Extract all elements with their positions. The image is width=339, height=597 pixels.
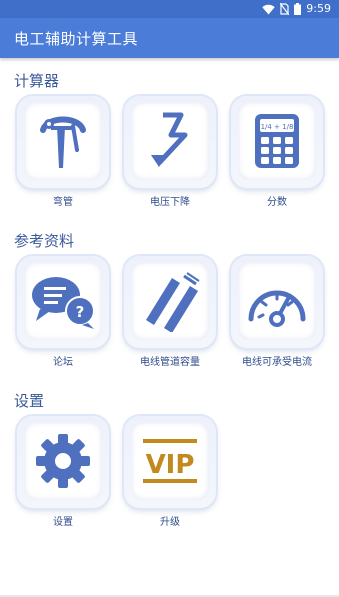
no-sim-icon [280,3,290,15]
tile-label-forum: 论坛 [53,357,73,368]
tile-label-voltage-drop: 电压下降 [150,197,190,208]
chat-bubbles-icon: ? [32,277,95,329]
tile-settings[interactable] [17,416,109,508]
tile-inner [24,422,102,500]
vip-icon: VIP [143,439,197,483]
tile-conduit-capacity[interactable] [124,256,216,348]
tile-inner [24,102,102,180]
section-title-settings: 设置 [14,392,45,410]
gauge-icon [248,290,306,327]
tile-pipe-bending[interactable] [17,96,109,188]
status-bar: 9:59 [0,0,339,18]
tile-label-wire-ampacity: 电线可承受电流 [242,357,312,368]
tile-label-conduit-capacity: 电线管道容量 [140,357,200,368]
tile-upgrade[interactable]: VIP [124,416,216,508]
tile-label-upgrade: 升级 [160,517,180,528]
tile-label-pipe-bending: 弯管 [53,197,73,208]
tile-voltage-drop[interactable] [124,96,216,188]
tile-inner [238,262,316,340]
gear-icon [36,434,90,488]
tile-wire-ampacity[interactable] [231,256,323,348]
app-bar: 电工辅助计算工具 [0,18,339,58]
tile-inner: ? [24,262,102,340]
wifi-icon [262,4,275,14]
tile-inner: 1/4 + 1/8 [238,102,316,180]
tile-inner [131,262,209,340]
battery-icon [294,3,302,15]
tile-fraction[interactable]: 1/4 + 1/8 [231,96,323,188]
tile-forum[interactable]: ? [17,256,109,348]
tile-label-settings: 设置 [53,517,73,528]
status-icons: 9:59 [262,1,331,17]
conduit-icon [146,272,200,332]
calculator-icon: 1/4 + 1/8 [255,114,299,168]
section-title-reference: 参考资料 [14,232,75,250]
question-mark-text: ? [76,303,85,321]
app-title: 电工辅助计算工具 [14,30,139,48]
vip-text: VIP [146,450,195,480]
fraction-display-text: 1/4 + 1/8 [261,123,294,131]
tile-inner: VIP [131,422,209,500]
lightning-icon [151,112,188,167]
tile-inner [131,102,209,180]
section-title-calculator: 计算器 [14,72,60,90]
tile-label-fraction: 分数 [267,197,287,208]
status-time: 9:59 [306,2,331,15]
pipe-bender-icon [40,116,86,168]
